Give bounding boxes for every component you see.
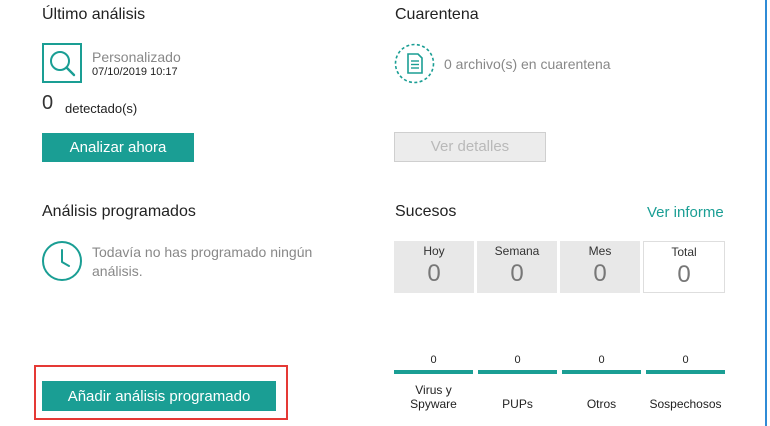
scan-date: 07/10/2019 10:17 <box>92 66 178 78</box>
category-count: 0 <box>598 354 605 366</box>
detected-count: 0 <box>42 92 54 114</box>
quarantine-status: 0 archivo(s) en cuarentena <box>444 56 611 72</box>
magnifier-icon <box>42 43 82 83</box>
period-month[interactable]: Mes 0 <box>560 241 640 293</box>
clock-icon <box>41 240 83 282</box>
view-details-button[interactable]: Ver detalles <box>394 132 546 162</box>
window-edge <box>765 0 767 426</box>
quarantine-title: Cuarentena <box>395 6 479 23</box>
scan-now-button[interactable]: Analizar ahora <box>42 133 194 162</box>
document-icon <box>394 43 435 84</box>
add-scheduled-scan-button[interactable]: Añadir análisis programado <box>42 381 276 411</box>
scheduled-empty-message: Todavía no has programado ningún análisi… <box>92 244 313 279</box>
category-count: 0 <box>682 354 689 366</box>
period-total[interactable]: Total 0 <box>643 241 725 293</box>
scan-type: Personalizado <box>92 49 181 65</box>
category-bar <box>562 370 641 374</box>
category-bar <box>646 370 725 374</box>
events-title: Sucesos <box>395 203 457 220</box>
category-label: Otros <box>586 397 617 411</box>
scheduled-title: Análisis programados <box>42 203 196 220</box>
period-today[interactable]: Hoy 0 <box>394 241 474 293</box>
view-report-link[interactable]: Ver informe <box>647 204 724 221</box>
category-count: 0 <box>514 354 521 366</box>
category-bar <box>478 370 557 374</box>
category-bar <box>394 370 473 374</box>
category-count: 0 <box>430 354 437 366</box>
period-week[interactable]: Semana 0 <box>477 241 557 293</box>
detected-label: detectado(s) <box>65 101 138 116</box>
category-label: Sospechosos <box>649 397 722 411</box>
category-label: PUPs <box>502 397 533 411</box>
category-label: Virus y Spyware <box>410 383 457 411</box>
last-scan-title: Último análisis <box>42 6 146 23</box>
